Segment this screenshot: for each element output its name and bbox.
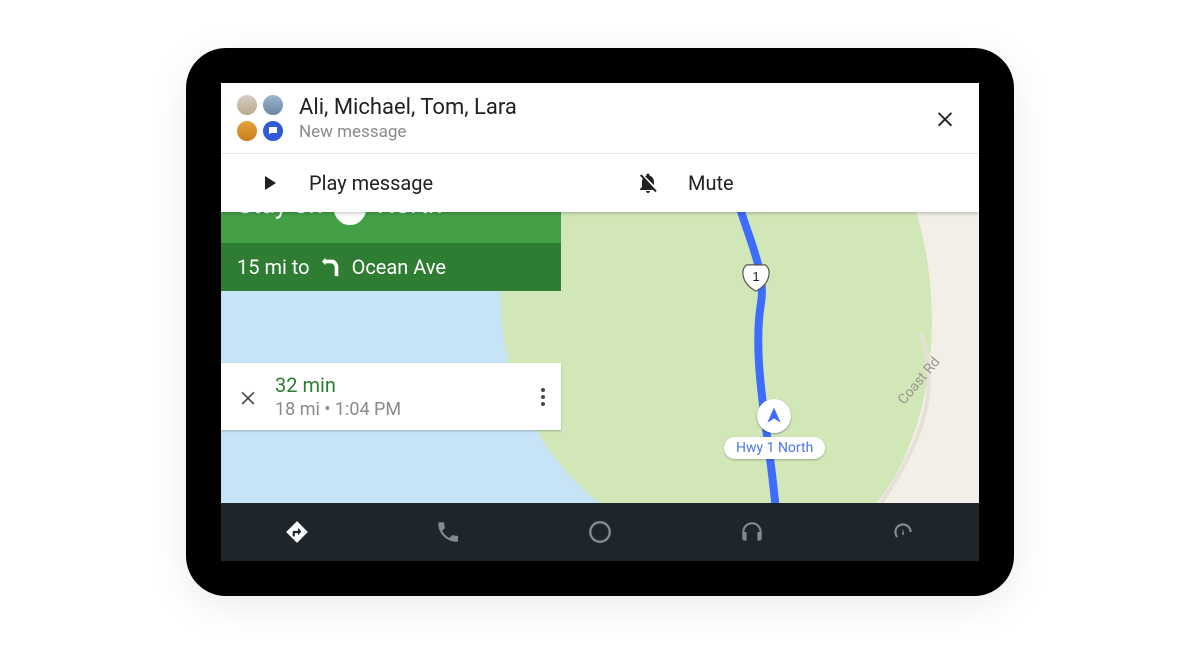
vehicle-marker-icon bbox=[757, 399, 791, 433]
eta-duration: 32 min bbox=[275, 373, 401, 397]
notification-title: Ali, Michael, Tom, Lara bbox=[299, 95, 517, 120]
eta-details: 18 mi • 1:04 PM bbox=[275, 399, 401, 420]
mute-button[interactable]: Mute bbox=[600, 154, 979, 212]
next-step-distance: 15 mi to bbox=[237, 255, 310, 279]
next-step-dest: Ocean Ave bbox=[352, 255, 446, 279]
screen: 1 Hwy 1 North Coast Rd Stay on 1 North 1… bbox=[221, 83, 979, 561]
mute-icon bbox=[636, 171, 660, 195]
dismiss-notification-button[interactable] bbox=[929, 102, 961, 134]
route-shield-icon: 1 bbox=[741, 263, 771, 293]
headphones-icon bbox=[739, 519, 765, 545]
circle-icon bbox=[587, 519, 613, 545]
turn-left-icon bbox=[320, 256, 342, 278]
phone-icon bbox=[435, 519, 461, 545]
tab-navigation[interactable] bbox=[221, 503, 373, 561]
avatar-icon bbox=[235, 93, 259, 117]
play-message-button[interactable]: Play message bbox=[221, 154, 600, 212]
notification-subtitle: New message bbox=[299, 122, 517, 142]
app-badge-icon bbox=[261, 119, 285, 143]
play-icon bbox=[257, 171, 281, 195]
tab-home[interactable] bbox=[524, 503, 676, 561]
mute-label: Mute bbox=[688, 171, 734, 195]
device-bezel: 1 Hwy 1 North Coast Rd Stay on 1 North 1… bbox=[186, 48, 1014, 596]
eta-overflow-button[interactable] bbox=[541, 388, 545, 406]
avatar-icon bbox=[235, 119, 259, 143]
bottom-tab-bar bbox=[221, 503, 979, 561]
notification-card: Ali, Michael, Tom, Lara New message Play… bbox=[221, 83, 979, 212]
play-message-label: Play message bbox=[309, 171, 433, 195]
close-icon bbox=[238, 387, 258, 407]
avatar-icon bbox=[261, 93, 285, 117]
eta-card: 32 min 18 mi • 1:04 PM bbox=[221, 363, 561, 430]
navigation-icon bbox=[284, 519, 310, 545]
close-icon bbox=[934, 107, 956, 129]
tab-phone[interactable] bbox=[373, 503, 525, 561]
close-nav-button[interactable] bbox=[235, 384, 261, 410]
svg-text:1: 1 bbox=[752, 269, 759, 284]
current-road-label: Hwy 1 North bbox=[724, 437, 825, 459]
speedometer-icon bbox=[890, 519, 916, 545]
group-avatars bbox=[235, 93, 285, 143]
tab-music[interactable] bbox=[676, 503, 828, 561]
tab-dashboard[interactable] bbox=[827, 503, 979, 561]
